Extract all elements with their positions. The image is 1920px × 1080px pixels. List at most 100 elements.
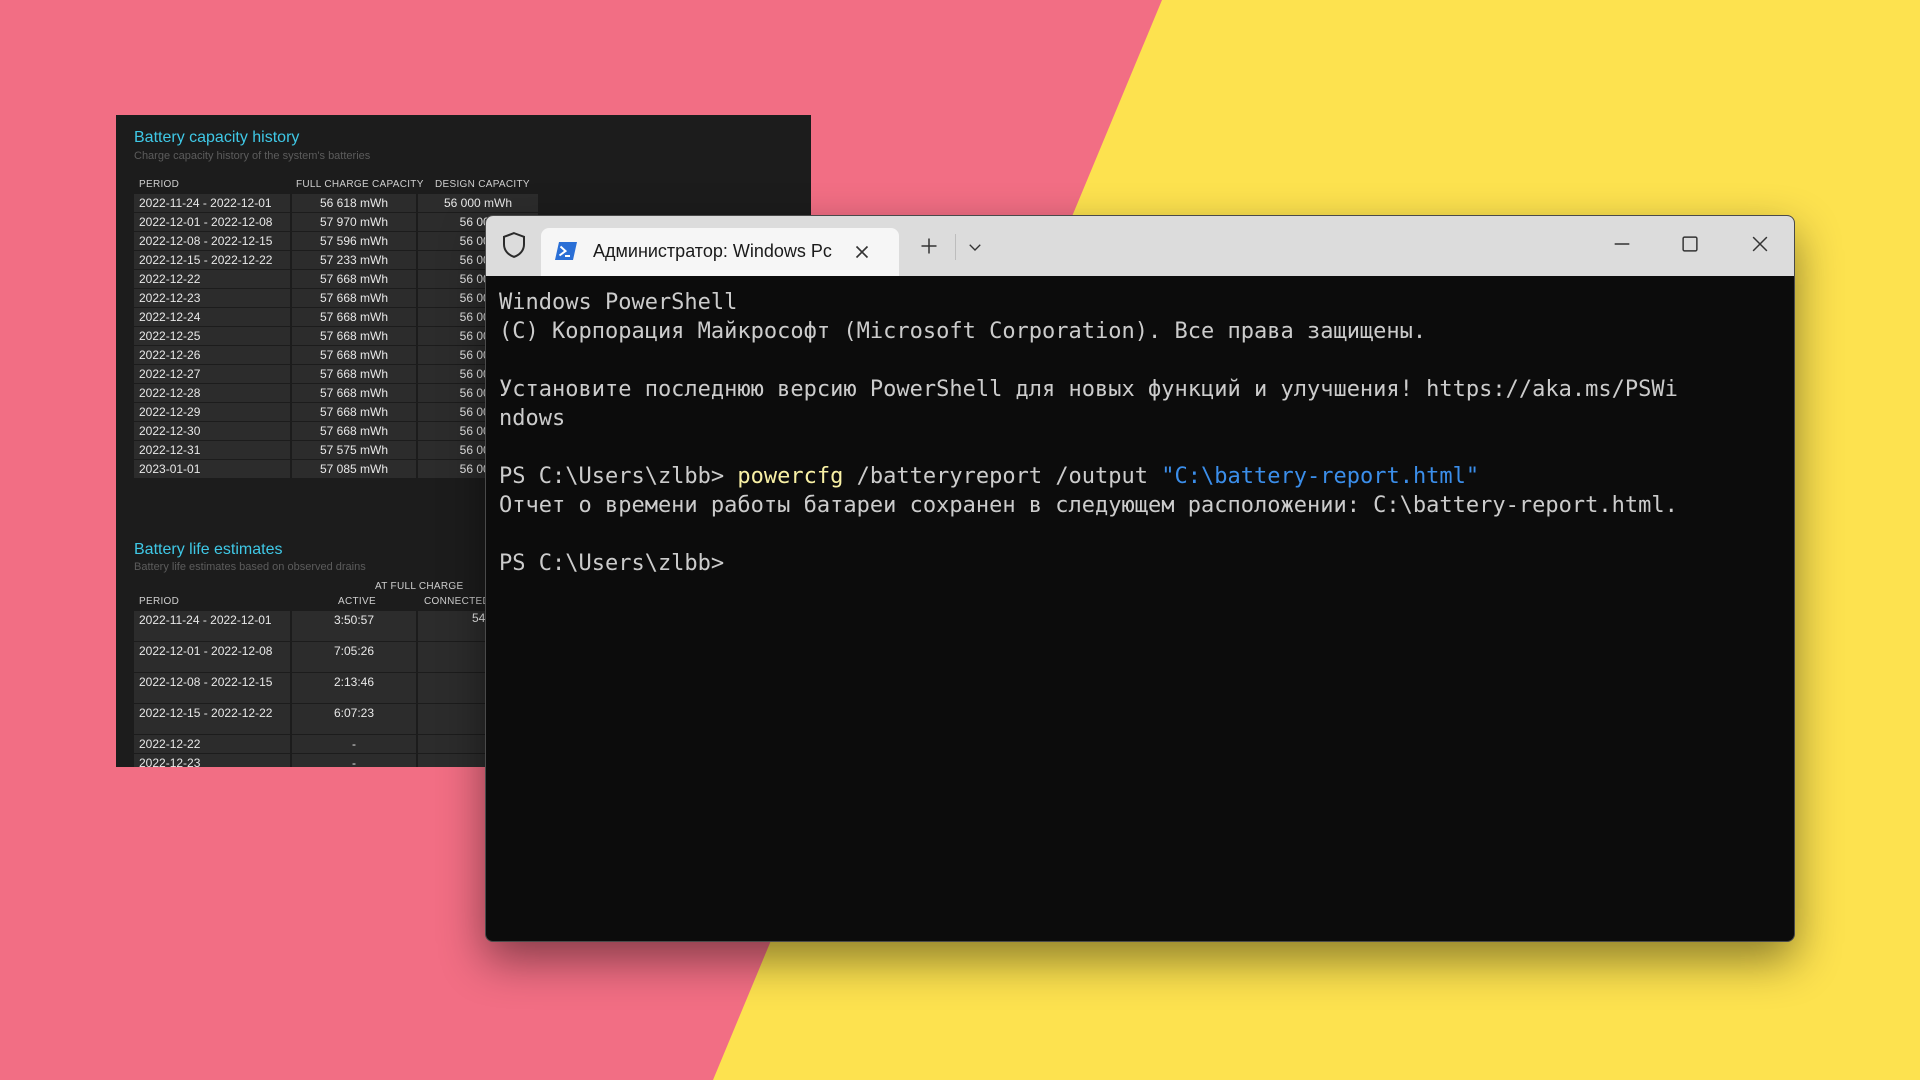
- table-row: 2022-12-01 - 2022-12-08 57 970 mWh 56 000: [134, 213, 540, 232]
- period-cell: 2022-12-08 - 2022-12-15: [134, 673, 290, 703]
- maximize-icon[interactable]: [1679, 233, 1701, 255]
- period-cell: 2022-12-27: [134, 365, 290, 383]
- divider: [955, 234, 956, 260]
- console-line: PS C:\Users\zlbb> powercfg /batteryrepor…: [499, 462, 1784, 491]
- powershell-icon: [555, 242, 577, 260]
- full-charge-cell: 57 668 mWh: [292, 270, 416, 288]
- active-cell: -: [292, 735, 416, 753]
- full-charge-cell: 57 668 mWh: [292, 327, 416, 345]
- period-cell: 2022-12-30: [134, 422, 290, 440]
- period-cell: 2022-12-08 - 2022-12-15: [134, 232, 290, 250]
- full-charge-cell: 57 668 mWh: [292, 365, 416, 383]
- console-text: PS C:\Users\zlbb>: [499, 551, 725, 576]
- life-estimates-table: 2022-11-24 - 2022-12-013:50:57548434:22:…: [134, 611, 540, 767]
- console-line: PS C:\Users\zlbb>: [499, 549, 1784, 578]
- command-text: powercfg: [737, 464, 844, 489]
- table-row: 2022-12-15 - 2022-12-22 57 233 mWh 56 000: [134, 251, 540, 270]
- period-cell: 2022-12-01 - 2022-12-08: [134, 642, 290, 672]
- full-charge-cell: 57 596 mWh: [292, 232, 416, 250]
- capacity-history-table: 2022-11-24 - 2022-12-01 56 618 mWh 56 000 …: [134, 194, 540, 479]
- table-row: 2022-11-24 - 2022-12-01 56 618 mWh 56 000 …: [134, 194, 540, 213]
- terminal-window: Администратор: Windows Pc Windows PowerS…: [485, 215, 1795, 942]
- console-output[interactable]: Windows PowerShell (C) Корпорация Майкрос…: [499, 288, 1784, 578]
- group-header-full-charge: AT FULL CHARGE: [375, 581, 464, 592]
- table-row: 2023-01-01 57 085 mWh 56 000: [134, 460, 540, 479]
- active-cell: 6:07:23: [292, 704, 416, 734]
- table-row: 2022-12-27 57 668 mWh 56 000: [134, 365, 540, 384]
- est-col-header-period: PERIOD: [139, 596, 180, 607]
- full-charge-cell: 57 668 mWh: [292, 384, 416, 402]
- table-row: 2022-12-22 57 668 mWh 56 000: [134, 270, 540, 289]
- life-estimates-subtitle: Battery life estimates based on observed…: [134, 561, 366, 573]
- period-cell: 2022-12-15 - 2022-12-22: [134, 251, 290, 269]
- console-text: /batteryreport /output: [843, 464, 1162, 489]
- active-cell: 2:13:46: [292, 673, 416, 703]
- console-line: ndows: [499, 404, 1784, 433]
- console-line: Установите последнюю версию PowerShell д…: [499, 375, 1784, 404]
- design-capacity-cell: 56 000 mWh: [418, 194, 538, 212]
- table-row: 2022-12-31 57 575 mWh 56 000: [134, 441, 540, 460]
- minimize-icon[interactable]: [1611, 233, 1633, 255]
- console-text: Windows PowerShell: [499, 290, 738, 315]
- table-row: 2022-12-30 57 668 mWh 56 000: [134, 422, 540, 441]
- period-cell: 2022-12-31: [134, 441, 290, 459]
- title-bar[interactable]: Администратор: Windows Pc: [486, 216, 1794, 276]
- tab-title: Администратор: Windows Pc: [593, 241, 832, 261]
- period-cell: 2022-12-28: [134, 384, 290, 402]
- full-charge-cell: 57 575 mWh: [292, 441, 416, 459]
- table-row: 2022-12-24 57 668 mWh 56 000: [134, 308, 540, 327]
- est-col-header-active: ACTIVE: [338, 596, 376, 607]
- table-row: 2022-12-23--: [134, 754, 540, 767]
- col-header-full-charge: FULL CHARGE CAPACITY: [296, 179, 424, 190]
- active-cell: 3:50:57: [292, 611, 416, 641]
- capacity-history-subtitle: Charge capacity history of the system's …: [134, 150, 371, 162]
- chevron-down-icon[interactable]: [966, 238, 984, 256]
- period-cell: 2022-11-24 - 2022-12-01: [134, 194, 290, 212]
- full-charge-cell: 57 085 mWh: [292, 460, 416, 478]
- string-text: "C:\battery-report.html": [1161, 464, 1480, 489]
- full-charge-cell: 57 668 mWh: [292, 403, 416, 421]
- period-cell: 2022-12-22: [134, 735, 290, 753]
- period-cell: 2023-01-01: [134, 460, 290, 478]
- life-estimates-title: Battery life estimates: [134, 541, 283, 558]
- full-charge-cell: 57 970 mWh: [292, 213, 416, 231]
- table-row: 2022-12-01 - 2022-12-087:05:2646:02:35 %…: [134, 642, 540, 673]
- period-cell: 2022-12-29: [134, 403, 290, 421]
- period-cell: 2022-12-26: [134, 346, 290, 364]
- table-row: 2022-12-29 57 668 mWh 56 000: [134, 403, 540, 422]
- close-icon[interactable]: [1749, 233, 1771, 255]
- period-cell: 2022-12-22: [134, 270, 290, 288]
- console-line: Windows PowerShell: [499, 288, 1784, 317]
- active-cell: 7:05:26: [292, 642, 416, 672]
- console-line: Отчет о времени работы батареи сохранен …: [499, 491, 1784, 520]
- full-charge-cell: 57 668 mWh: [292, 422, 416, 440]
- full-charge-cell: 56 618 mWh: [292, 194, 416, 212]
- full-charge-cell: 57 233 mWh: [292, 251, 416, 269]
- table-row: 2022-12-08 - 2022-12-152:13:46113:43:14 …: [134, 673, 540, 704]
- period-cell: 2022-12-25: [134, 327, 290, 345]
- full-charge-cell: 57 668 mWh: [292, 346, 416, 364]
- table-row: 2022-12-25 57 668 mWh 56 000: [134, 327, 540, 346]
- console-text: Установите последнюю версию PowerShell д…: [499, 377, 1678, 402]
- est-col-header-connected: CONNECTED: [424, 596, 491, 607]
- table-row: 2022-12-15 - 2022-12-226:07:2321:31:74 %…: [134, 704, 540, 735]
- plus-icon[interactable]: [919, 236, 939, 256]
- table-row: 2022-12-28 57 668 mWh 56 000: [134, 384, 540, 403]
- console-text: ndows: [499, 406, 566, 431]
- console-text: PS C:\Users\zlbb>: [499, 464, 738, 489]
- col-header-design: DESIGN CAPACITY: [435, 179, 530, 190]
- full-charge-cell: 57 668 mWh: [292, 289, 416, 307]
- period-cell: 2022-12-23: [134, 289, 290, 307]
- table-row: 2022-12-08 - 2022-12-15 57 596 mWh 56 000: [134, 232, 540, 251]
- console-text: Отчет о времени работы батареи сохранен …: [499, 493, 1678, 518]
- active-cell: -: [292, 754, 416, 767]
- console-text: (C) Корпорация Майкрософт (Microsoft Cor…: [499, 319, 1427, 344]
- tab-powershell[interactable]: Администратор: Windows Pc: [541, 228, 899, 276]
- period-cell: 2022-12-01 - 2022-12-08: [134, 213, 290, 231]
- period-cell: 2022-12-24: [134, 308, 290, 326]
- close-icon[interactable]: [851, 241, 873, 263]
- console-line: (C) Корпорация Майкрософт (Microsoft Cor…: [499, 317, 1784, 346]
